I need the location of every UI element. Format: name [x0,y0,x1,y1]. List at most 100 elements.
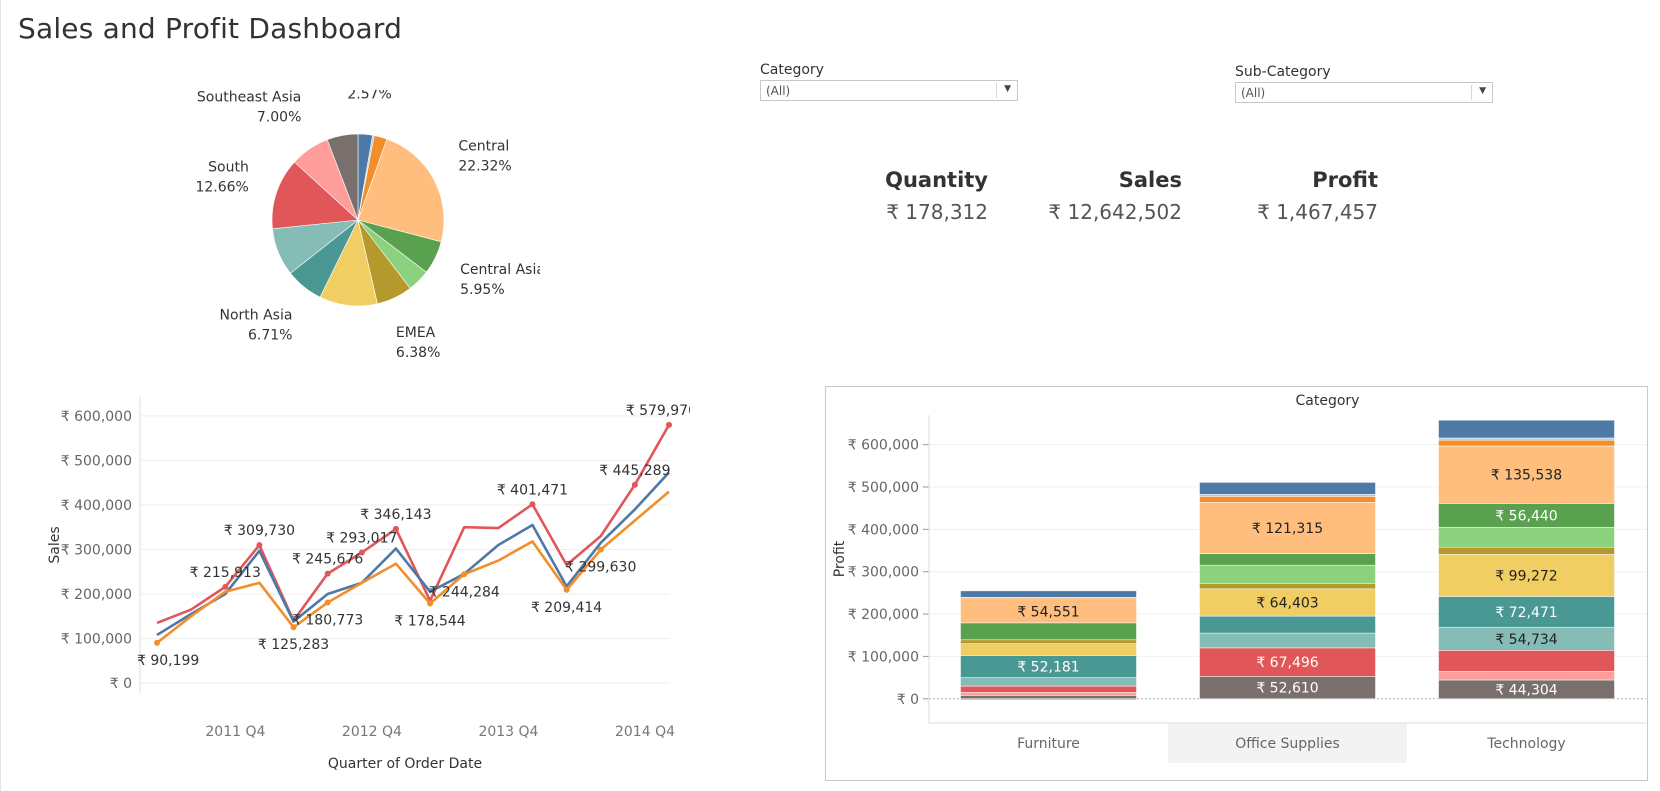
category-dropdown-value: (All) [766,84,791,98]
bar-segment-office-supplies[interactable] [1199,615,1376,634]
category-dropdown[interactable]: (All) ▼ [760,80,1018,101]
line-x-tick-label: 2014 Q4 [615,724,675,740]
bar-segment-furniture[interactable] [960,692,1137,696]
line-y-tick-label: ₹ 300,000 [61,542,132,558]
bar-segment-office-supplies[interactable] [1199,564,1376,584]
line-y-tick-label: ₹ 200,000 [61,587,132,603]
line-point-marker[interactable] [392,525,399,532]
bar-segment-technology[interactable] [1438,546,1615,555]
bar-segment-office-supplies[interactable] [1199,482,1376,495]
bar-segment-office-supplies[interactable] [1199,583,1376,590]
line-data-label: ₹ 215,913 [190,565,261,581]
bar-segment-technology[interactable] [1438,527,1615,548]
kpi-quantity-label: Quantity [885,168,988,192]
bar-y-tick-label: ₹ 500,000 [848,480,919,496]
bar-segment-furniture[interactable] [960,639,1137,644]
bar-y-tick-label: ₹ 400,000 [848,522,919,538]
dropdown-separator [996,83,997,98]
bar-y-tick-label: ₹ 600,000 [848,438,919,454]
bar-segment-furniture[interactable] [960,622,1137,641]
line-data-label: ₹ 445,289 [599,463,670,479]
bar-category-label-furniture[interactable]: Furniture [1017,736,1080,752]
line-point-marker[interactable] [666,421,672,428]
pie-label-pct-south: 12.66% [195,179,248,195]
line-point-marker[interactable] [154,639,160,646]
line-data-label: ₹ 309,730 [224,523,295,539]
pie-label-pct-caribbean: 2.57% [347,90,391,102]
bar-segment-label: ₹ 54,734 [1495,632,1557,648]
kpi-quantity: Quantity ₹ 178,312 [808,168,988,224]
line-point-marker[interactable] [529,501,536,508]
bar-segment-technology[interactable] [1438,671,1615,681]
bar-segment-office-supplies[interactable] [1199,553,1376,566]
bar-segment-furniture[interactable] [960,590,1137,598]
pie-label-pct-north-asia: 6.71% [248,328,292,344]
subcategory-filter: Sub-Category (All) ▼ [1235,64,1493,103]
pie-label-southeast-asia: Southeast Asia [197,90,301,106]
pie-label-central-asia: Central Asia [460,262,540,278]
line-point-marker[interactable] [358,549,365,556]
bar-segment-label: ₹ 44,304 [1495,682,1557,698]
bar-segment-technology[interactable] [1438,419,1615,439]
bar-segment-label: ₹ 72,471 [1495,605,1557,621]
line-point-marker[interactable] [427,600,434,607]
line-point-marker[interactable] [222,583,229,590]
line-point-marker[interactable] [461,571,468,578]
pie-label-pct-central: 22.32% [458,159,511,175]
kpi-profit: Profit ₹ 1,467,457 [1198,168,1378,224]
dashboard-title: Sales and Profit Dashboard [18,12,403,45]
bar-segment-furniture[interactable] [960,695,1137,700]
bar-segment-label: ₹ 52,181 [1017,660,1079,676]
bar-segment-office-supplies[interactable] [1199,632,1376,649]
profit-stacked-bar-chart: Category Profit ₹ 0 ₹ 100,000 ₹ 200,000 ₹ 300… [832,393,1646,763]
subcategory-filter-label: Sub-Category [1235,64,1331,80]
line-point-marker[interactable] [324,599,331,606]
bar-chart-title: Category [1296,393,1360,409]
bar-segment-furniture[interactable] [960,677,1137,687]
bar-segment-furniture[interactable] [960,685,1137,693]
line-point-marker[interactable] [597,546,604,553]
bar-category-label-technology[interactable]: Technology [1486,736,1565,752]
kpi-profit-value: ₹ 1,467,457 [1257,200,1378,224]
bar-y-tick-label: ₹ 0 [897,692,919,708]
line-point-marker[interactable] [563,586,570,593]
bar-segment-office-supplies[interactable] [1199,494,1376,497]
bar-category-label-office-supplies[interactable]: Office Supplies [1235,736,1340,752]
pie-label-emea: EMEA [396,325,436,341]
bar-segment-label: ₹ 121,315 [1252,521,1323,537]
line-x-tick-label: 2011 Q4 [205,724,265,740]
bar-segment-furniture[interactable] [960,643,1137,656]
line-data-label: ₹ 125,283 [258,637,329,653]
line-point-marker[interactable] [256,542,263,549]
line-data-label: ₹ 346,143 [360,507,431,523]
line-point-marker[interactable] [324,570,331,577]
subcategory-dropdown-value: (All) [1241,86,1266,100]
bar-segment-furniture[interactable] [960,597,1137,601]
bar-segment-label: ₹ 99,272 [1495,568,1557,584]
line-y-tick-label: ₹ 600,000 [61,409,132,425]
bar-segment-office-supplies[interactable] [1199,496,1376,503]
line-data-label: ₹ 245,676 [292,552,363,568]
line-x-tick-label: 2013 Q4 [478,724,538,740]
sales-line-chart: ₹ 0 ₹ 100,000 ₹ 200,000 ₹ 300,000 ₹ 400,000 ₹… [47,397,690,770]
line-data-label: ₹ 299,630 [565,560,636,576]
line-data-label: ₹ 178,544 [394,614,465,630]
subcategory-dropdown[interactable]: (All) ▼ [1235,82,1493,103]
category-filter: Category (All) ▼ [760,62,1018,101]
line-data-label: ₹ 293,017 [326,531,397,547]
line-point-marker[interactable] [631,481,638,488]
bar-segment-technology[interactable] [1438,439,1615,447]
bar-segment-technology[interactable] [1438,437,1615,441]
pie-label-south: South [208,159,249,175]
pie-label-pct-central-asia: 5.95% [460,282,504,298]
dropdown-arrow-icon[interactable]: ▼ [1479,86,1486,96]
dropdown-arrow-icon[interactable]: ▼ [1004,84,1011,94]
bar-segment-label: ₹ 67,496 [1256,655,1318,671]
kpi-sales-value: ₹ 12,642,502 [1048,200,1182,224]
pie-label-pct-southeast-asia: 7.00% [257,110,301,126]
pie-label-pct-emea: 6.38% [396,345,440,360]
line-x-axis-title: Quarter of Order Date [328,756,482,770]
pie-label-central: Central [458,139,509,155]
bar-segment-technology[interactable] [1438,650,1615,672]
bar-y-tick-label: ₹ 300,000 [848,565,919,581]
